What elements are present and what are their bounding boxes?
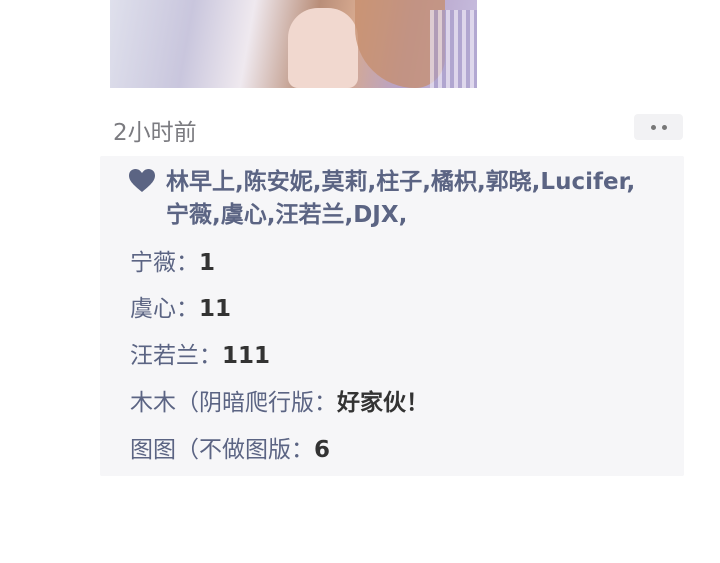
comment-item[interactable]: 虞心：11 [130,289,231,323]
comment-separator: ： [291,437,314,463]
image-hand [288,8,358,88]
comment-content: 6 [314,437,331,463]
comment-content: 11 [199,296,232,322]
comment-author[interactable]: 图图（不做图版 [130,437,291,463]
image-lace [430,10,477,88]
likes-names[interactable]: 林早上,陈安妮,莫莉,柱子,橘枳,郭晓,Lucifer,宁薇,虞心,汪若兰,DJ… [166,166,648,232]
heart-icon [129,169,155,192]
comment-separator: ： [314,390,337,416]
comment-content: 好家伙！ [337,390,429,416]
comment-separator: ： [199,343,222,369]
comment-item[interactable]: 图图（不做图版：6 [130,430,330,464]
likes-row: 林早上,陈安妮,莫莉,柱子,橘枳,郭晓,Lucifer,宁薇,虞心,汪若兰,DJ… [128,166,648,232]
comment-author[interactable]: 木木（阴暗爬行版 [130,390,314,416]
comment-separator: ： [176,296,199,322]
comment-author[interactable]: 汪若兰 [130,343,199,369]
post-image[interactable] [110,0,477,88]
dot-icon [661,124,667,130]
comment-content: 1 [199,250,216,276]
comment-content: 111 [222,343,271,369]
comment-author[interactable]: 宁薇 [130,250,176,276]
more-options-button[interactable] [634,114,683,140]
dot-icon [650,124,656,130]
comment-separator: ： [176,250,199,276]
post-timestamp: 2小时前 [113,120,197,146]
comment-item[interactable]: 汪若兰：111 [130,336,270,370]
comment-item[interactable]: 宁薇：1 [130,243,215,277]
comment-item[interactable]: 木木（阴暗爬行版：好家伙！ [130,383,429,417]
comment-author[interactable]: 虞心 [130,296,176,322]
